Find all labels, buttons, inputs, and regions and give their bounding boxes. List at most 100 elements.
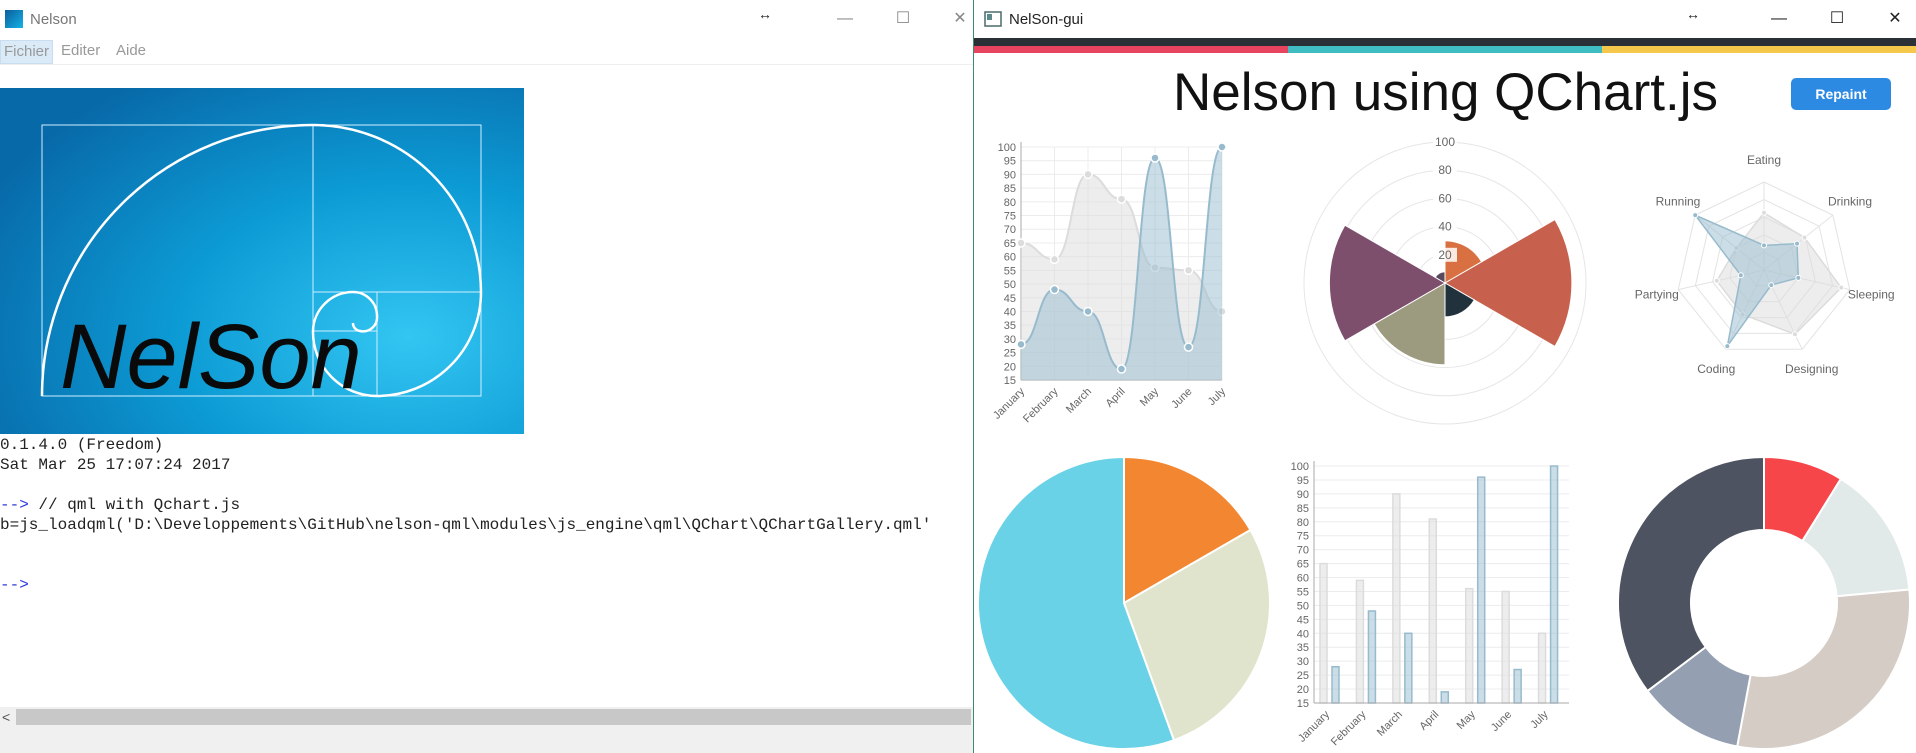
y-tick-label: 65 <box>1004 238 1016 250</box>
data-point <box>1049 254 1060 265</box>
data-point <box>1838 284 1845 291</box>
data-point <box>1761 209 1767 216</box>
y-tick-label: 85 <box>1297 503 1309 515</box>
radar-label: Eating <box>1747 153 1781 167</box>
data-point <box>1692 212 1699 219</box>
nelson-gui-window: NelSon-gui ↔ — ☐ ✕ Nelson using QChart.j… <box>973 0 1916 753</box>
maximize-button[interactable]: ☐ <box>888 6 918 32</box>
r-tick-label: 20 <box>1438 248 1452 262</box>
scrollbar-thumb[interactable] <box>16 709 971 725</box>
x-tick-label: June <box>1169 386 1194 411</box>
menu-aide[interactable]: Aide <box>113 40 149 62</box>
resize-cursor-icon: ↔ <box>758 6 772 22</box>
y-tick-label: 35 <box>1004 320 1016 332</box>
x-tick-label: May <box>1455 708 1479 732</box>
data-point <box>1761 242 1767 249</box>
data-point <box>1737 272 1744 279</box>
console-text: b=js_loadqml('D:\Developpements\GitHub\n… <box>0 516 932 534</box>
y-tick-label: 90 <box>1004 169 1016 181</box>
y-tick-label: 25 <box>1297 670 1309 682</box>
close-button[interactable]: ✕ <box>945 6 973 32</box>
nelson-logo: NelSon <box>0 88 524 434</box>
logo-text: NelSon <box>60 306 362 408</box>
data-point <box>1794 240 1801 247</box>
doughnut-segment <box>1617 455 1765 693</box>
x-tick-label: January <box>1296 708 1333 745</box>
bar <box>1319 562 1328 704</box>
data-point <box>1083 169 1093 180</box>
x-tick-label: July <box>1528 708 1551 731</box>
console-line <box>0 535 931 555</box>
y-tick-label: 60 <box>1297 573 1309 585</box>
y-tick-label: 55 <box>1297 586 1309 598</box>
nelson-console-window: Nelson ↔ — ☐ ✕ Fichier Editer Aide NelSo… <box>0 0 973 753</box>
console-output[interactable]: 0.1.4.0 (Freedom) Sat Mar 25 17:07:24 201… <box>0 435 931 595</box>
y-tick-label: 20 <box>1004 361 1016 373</box>
data-point <box>1768 282 1775 289</box>
data-point <box>1217 142 1227 152</box>
y-tick-label: 80 <box>1004 197 1016 209</box>
y-tick-label: 80 <box>1297 517 1309 529</box>
x-tick-label: February <box>1021 385 1061 425</box>
bar <box>1355 579 1365 704</box>
scroll-left-icon[interactable]: < <box>2 707 10 727</box>
y-tick-label: 100 <box>998 142 1016 154</box>
y-tick-label: 30 <box>1004 334 1016 346</box>
data-point <box>1724 343 1731 350</box>
y-tick-label: 50 <box>1297 600 1309 612</box>
y-tick-label: 60 <box>1004 252 1016 264</box>
x-tick-label: February <box>1329 708 1369 748</box>
y-tick-label: 95 <box>1297 475 1309 487</box>
nelson-app-icon <box>5 10 23 28</box>
x-tick-label: June <box>1489 709 1514 734</box>
menu-bar: Fichier Editer Aide <box>0 38 973 65</box>
console-line: b=js_loadqml('D:\Developpements\GitHub\n… <box>0 515 931 535</box>
y-tick-label: 15 <box>1297 698 1309 710</box>
radar-label: Running <box>1656 194 1701 208</box>
data-point <box>1150 153 1160 163</box>
console-prompt: --> <box>0 496 29 514</box>
r-tick-label: 100 <box>1435 135 1455 149</box>
x-tick-label: July <box>1206 385 1229 408</box>
horizontal-scrollbar[interactable]: < <box>0 707 973 727</box>
y-tick-label: 45 <box>1004 293 1016 305</box>
data-point <box>1016 339 1026 350</box>
window-title: Nelson <box>30 11 77 28</box>
y-tick-label: 95 <box>1004 156 1016 168</box>
console-text: // qml with Qchart.js <box>28 496 241 514</box>
y-tick-label: 70 <box>1004 224 1016 236</box>
data-point <box>1795 274 1802 281</box>
y-tick-label: 30 <box>1297 656 1309 668</box>
y-tick-label: 70 <box>1297 545 1309 557</box>
status-bar <box>0 727 973 753</box>
y-tick-label: 90 <box>1297 489 1309 501</box>
radar-label: Sleeping <box>1848 287 1895 301</box>
bar <box>1392 493 1401 704</box>
data-point <box>1791 331 1798 338</box>
y-tick-label: 100 <box>1291 461 1309 473</box>
polar-segment <box>1443 218 1573 348</box>
console-line: --> // qml with Qchart.js <box>0 495 931 515</box>
menu-fichier[interactable]: Fichier <box>0 40 54 64</box>
bar <box>1331 666 1340 704</box>
x-tick-label: March <box>1064 386 1094 416</box>
minimize-button[interactable]: — <box>830 6 860 32</box>
console-prompt: --> <box>0 576 29 594</box>
console-text: 0.1.4.0 (Freedom) <box>0 436 164 454</box>
data-point <box>1183 265 1194 276</box>
y-tick-label: 40 <box>1297 628 1309 640</box>
menu-editer[interactable]: Editer <box>58 40 103 62</box>
y-tick-label: 45 <box>1297 614 1309 626</box>
y-tick-label: 75 <box>1004 211 1016 223</box>
r-tick-label: 80 <box>1438 163 1452 177</box>
radar-label: Drinking <box>1828 194 1872 208</box>
bar <box>1440 691 1450 704</box>
y-tick-label: 55 <box>1004 265 1016 277</box>
bar <box>1513 668 1522 704</box>
x-tick-label: May <box>1138 385 1162 409</box>
y-tick-label: 40 <box>1004 306 1016 318</box>
title-bar[interactable]: Nelson ↔ — ☐ ✕ <box>0 0 973 38</box>
